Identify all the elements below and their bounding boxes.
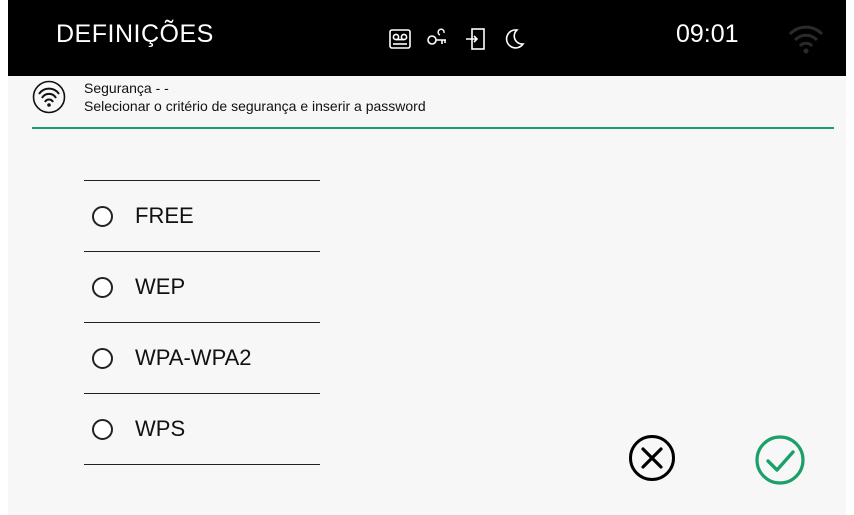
radio-button[interactable] [92,418,113,440]
security-option-list: FREE WEP WPA-WPA2 WPS [84,180,320,465]
confirm-icon [755,435,805,485]
wifi-icon [788,25,824,54]
option-wep[interactable]: WEP [84,252,320,323]
option-free[interactable]: FREE [84,181,320,252]
door-entry-icon [466,28,485,50]
radio-button[interactable] [92,205,113,227]
section-title: Segurança - - [84,80,169,96]
radio-button[interactable] [92,347,113,369]
option-wps[interactable]: WPS [84,394,320,465]
header-divider [32,127,834,129]
top-status-bar: DEFINIÇÕES 09:01 [8,0,846,76]
section-header: Segurança - - Selecionar o critério de s… [8,76,846,130]
option-label: WPS [135,416,186,441]
option-label: WEP [135,274,186,299]
screen-title: DEFINIÇÕES [56,20,214,48]
moon-icon [505,29,525,49]
wifi-signal-icon [32,80,66,114]
settings-screen: DEFINIÇÕES 09:01 Segurança - - Seleciona… [8,0,846,515]
cancel-icon [629,435,675,481]
clock: 09:01 [676,20,739,48]
option-label: FREE [135,203,194,228]
option-wpa-wpa2[interactable]: WPA-WPA2 [84,323,320,394]
confirm-button[interactable] [754,434,806,486]
section-subtitle: Selecionar o critério de segurança e ins… [84,98,426,114]
voicemail-icon [389,29,411,49]
cancel-button[interactable] [628,434,676,482]
key-icon [427,28,446,45]
radio-button[interactable] [92,276,113,298]
status-icons [388,24,526,54]
option-label: WPA-WPA2 [135,345,252,370]
